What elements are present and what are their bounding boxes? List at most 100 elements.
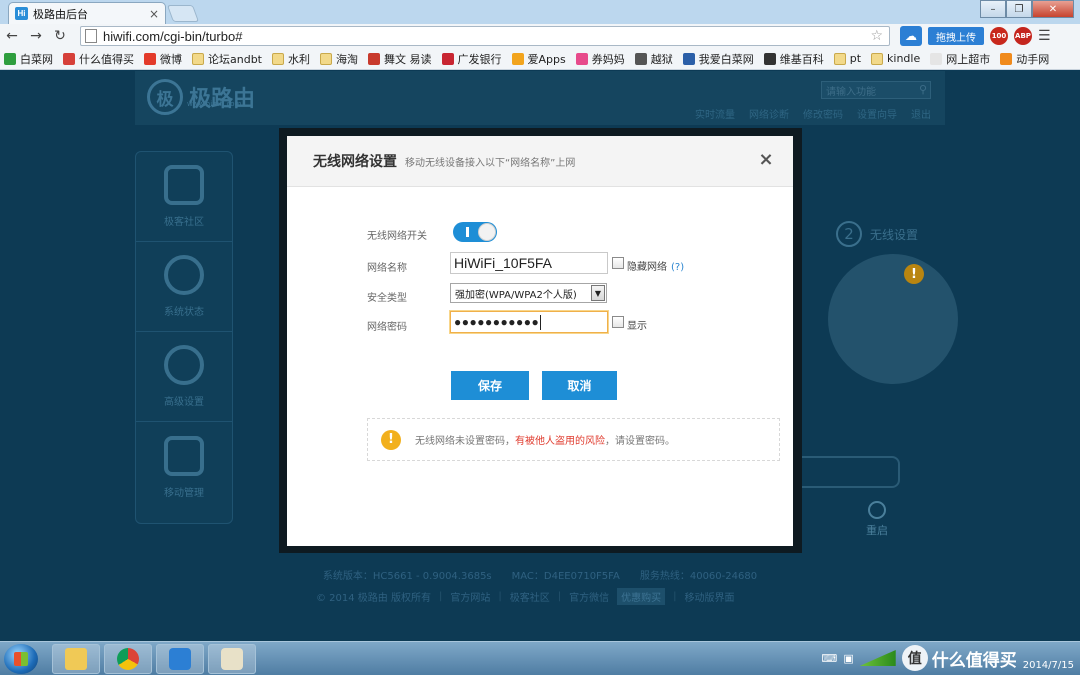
bookmark-label: 白菜网 [20, 52, 53, 66]
sidebar-item-mobile-management[interactable]: 移动管理 [136, 422, 232, 512]
bookmark-item[interactable]: 爱Apps [511, 51, 566, 67]
bookmark-label: 爱Apps [527, 52, 566, 66]
bookmark-label: 广发银行 [457, 52, 502, 66]
wiki-icon [763, 52, 776, 65]
divider: | [439, 591, 443, 602]
link-change-password[interactable]: 修改密码 [803, 106, 843, 121]
adblock-icon[interactable]: ABP [1014, 27, 1032, 45]
link-official-site[interactable]: 官方网站 [450, 589, 490, 604]
bookmark-star-icon[interactable]: ☆ [870, 28, 883, 44]
bookmark-label: 券妈妈 [591, 52, 625, 66]
bookmark-item[interactable]: 水利 [272, 51, 310, 67]
wifi-signal-icon[interactable] [828, 254, 958, 384]
taskbar-cloud-app[interactable] [156, 644, 204, 674]
link-official-wechat[interactable]: 官方微信 [569, 589, 609, 604]
new-tab-button[interactable] [166, 5, 200, 22]
windows-taskbar: ⌨ ▣ 值 什么值得买 2014/7/15 [0, 641, 1080, 675]
bookmark-item[interactable]: 维基百科 [763, 51, 824, 67]
browser-menu-icon[interactable]: ☰ [1038, 28, 1051, 44]
site-icon [441, 52, 454, 65]
reboot-button[interactable]: 重启 [866, 501, 888, 538]
window-close-icon[interactable]: ✕ [1032, 0, 1074, 18]
chevron-down-icon[interactable]: ▼ [591, 285, 605, 301]
bookmark-label: 什么值得买 [79, 52, 134, 66]
site-icon [575, 52, 588, 65]
keyboard-icon[interactable]: ⌨ [821, 652, 837, 665]
wireless-status-step[interactable]: 2 无线设置 [836, 221, 918, 247]
link-geek-community[interactable]: 极客社区 [510, 589, 550, 604]
clock-date[interactable]: 2014/7/15 [1023, 660, 1074, 671]
site-icon [368, 52, 380, 65]
tab-close-icon[interactable]: × [149, 7, 159, 21]
logo-url: www.hiwifi.com [187, 100, 242, 108]
folder-icon [192, 52, 204, 65]
help-link[interactable]: (?) [671, 262, 684, 273]
sidebar-item-advanced-settings[interactable]: 高级设置 [136, 332, 232, 422]
taskbar-chrome[interactable] [104, 644, 152, 674]
show-password-label: 显示 [627, 321, 647, 332]
bookmark-item[interactable]: kindle [871, 52, 920, 65]
bookmark-item[interactable]: pt [833, 52, 861, 65]
bookmark-item[interactable]: 海淘 [320, 51, 358, 67]
sidebar-item-system-status[interactable]: 系统状态 [136, 242, 232, 332]
windows-logo-icon [14, 652, 28, 666]
forward-icon[interactable]: → [24, 28, 48, 44]
sidebar-item-geek-community[interactable]: 极客社区 [136, 152, 232, 242]
bookmark-label: 越狱 [650, 52, 673, 66]
start-button[interactable] [4, 644, 38, 674]
taskbar-paint[interactable] [208, 644, 256, 674]
bookmark-label: 海淘 [336, 52, 358, 66]
cancel-button[interactable]: 取消 [542, 371, 617, 400]
show-password-checkbox[interactable] [612, 316, 624, 328]
back-icon[interactable]: ← [0, 28, 24, 44]
bookmark-item[interactable]: 我爱白菜网 [682, 51, 754, 67]
bookmark-item[interactable]: 券妈妈 [575, 51, 625, 67]
folder-icon [320, 52, 332, 65]
bookmark-item[interactable]: 网上超市 [930, 51, 990, 67]
hiwifi-logo[interactable]: 极 极路由 [147, 79, 255, 115]
feature-search-input[interactable]: 请输入功能 ⚲ [821, 81, 931, 99]
wifi-toggle[interactable] [453, 222, 497, 242]
reload-icon[interactable]: ↻ [48, 28, 72, 44]
cloud-upload-icon[interactable]: ☁ [900, 26, 922, 46]
link-setup-wizard[interactable]: 设置向导 [857, 106, 897, 121]
taskbar-explorer[interactable] [52, 644, 100, 674]
search-icon[interactable]: ⚲ [919, 83, 927, 96]
bookmark-label: 微博 [160, 52, 182, 66]
link-mobile-version[interactable]: 移动版界面 [685, 589, 735, 604]
bookmark-label: 动手网 [1016, 52, 1050, 66]
browser-tab[interactable]: Hi 极路由后台 × [8, 2, 166, 24]
signal-strength-icon[interactable] [859, 650, 896, 666]
warning-icon: ! [904, 264, 924, 284]
bookmark-item[interactable]: 动手网 [1000, 51, 1049, 67]
extension-badge-icon[interactable]: 100 [990, 27, 1008, 45]
close-icon[interactable]: × [756, 150, 776, 170]
link-network-diagnosis[interactable]: 网络诊断 [749, 106, 789, 121]
address-bar[interactable]: hiwifi.com/cgi-bin/turbo# ☆ [80, 26, 890, 46]
security-type-select[interactable]: 强加密(WPA/WPA2个人版) ▼ [450, 283, 607, 303]
minimize-icon[interactable]: – [980, 0, 1006, 18]
drag-upload-button[interactable]: 拖拽上传 [928, 27, 984, 45]
bookmark-item[interactable]: 什么值得买 [63, 51, 134, 67]
bookmark-label: kindle [887, 52, 921, 65]
tray-app-icon[interactable]: ▣ [843, 652, 853, 665]
password-field[interactable]: ●●●●●●●●●●● [450, 311, 608, 333]
site-icon [682, 52, 695, 65]
ssid-field[interactable]: HiWiFi_10F5FA [450, 252, 608, 274]
toggle-on-indicator [466, 227, 469, 237]
link-logout[interactable]: 退出 [911, 106, 931, 121]
bookmark-item[interactable]: 微博 [144, 51, 182, 67]
hide-network-checkbox[interactable] [612, 257, 624, 269]
bookmark-item[interactable]: 越狱 [634, 51, 673, 67]
bookmark-item[interactable]: 舞文 易读 [368, 51, 432, 67]
toggle-knob [478, 223, 496, 241]
bookmark-item[interactable]: 论坛andbt [192, 51, 262, 67]
bookmark-item[interactable]: 广发银行 [441, 51, 502, 67]
maximize-icon[interactable]: ❐ [1006, 0, 1032, 18]
link-realtime-traffic[interactable]: 实时流量 [695, 106, 735, 121]
paint-icon [221, 648, 243, 670]
bookmark-item[interactable]: 白菜网 [4, 51, 53, 67]
link-discount-purchase[interactable]: 优惠购买 [617, 588, 666, 605]
wifi-switch-label: 无线网络开关 [367, 231, 427, 242]
save-button[interactable]: 保存 [451, 371, 529, 400]
